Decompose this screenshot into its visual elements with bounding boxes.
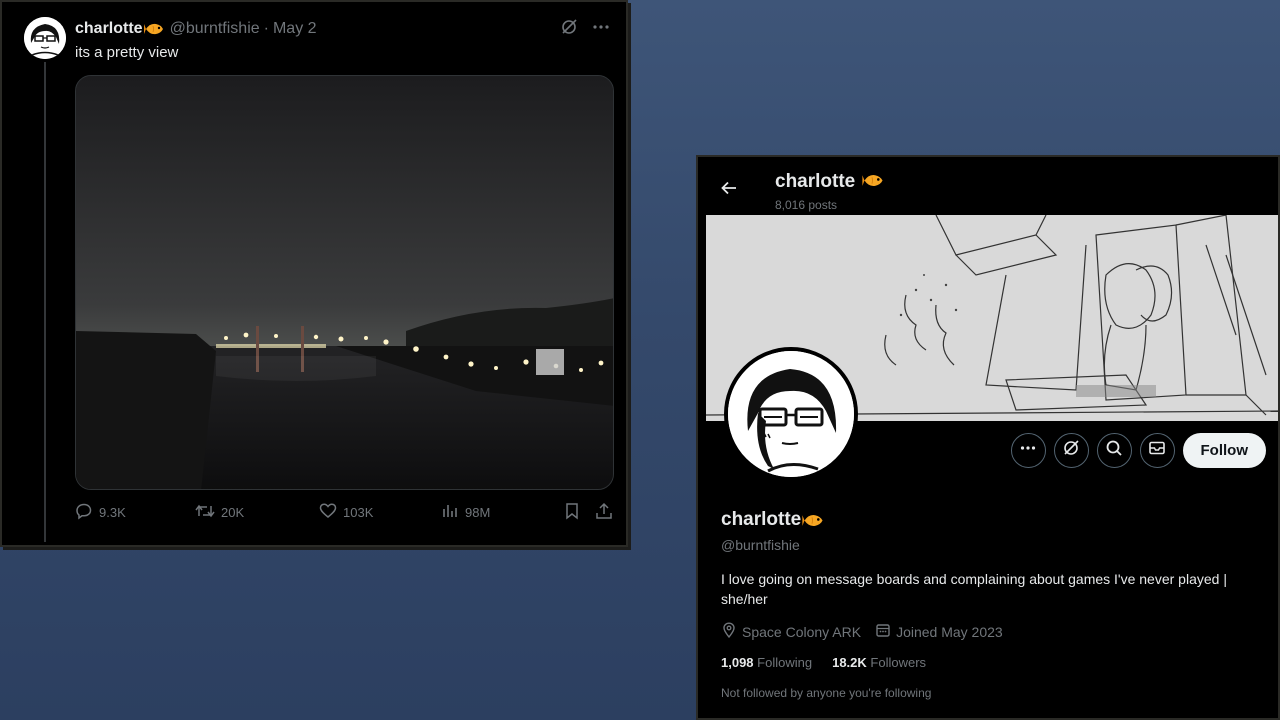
search-button[interactable] (1096, 433, 1132, 468)
back-arrow-icon[interactable] (720, 179, 738, 202)
bookmark-icon (563, 502, 581, 523)
topbar-title: charlotte (775, 171, 883, 193)
tweet-text: its a pretty view (75, 44, 179, 61)
followed-by-note: Not followed by anyone you're following (721, 686, 932, 700)
following-link[interactable]: 1,098 Following (721, 655, 812, 670)
tweet-author-avatar[interactable] (24, 17, 66, 59)
profile-name: charlotte (721, 509, 802, 530)
tweet-author-handle[interactable]: @burntfishie (170, 20, 260, 38)
followers-count: 18.2K (832, 655, 867, 670)
location-pin-icon (721, 622, 737, 641)
fish-emoji-icon (802, 512, 823, 528)
followers-link[interactable]: 18.2K Followers (832, 655, 926, 670)
repost-icon (195, 502, 215, 523)
tweet-top-icons (560, 18, 610, 41)
grok-icon (1062, 439, 1080, 462)
profile-meta: Space Colony ARK Joined May 2023 (721, 622, 1003, 641)
tweet-author-name[interactable]: charlotte (75, 20, 143, 38)
bookmark-button[interactable] (563, 502, 581, 523)
profile-topbar: charlotte 8,016 posts (698, 157, 1278, 215)
reply-icon (75, 502, 93, 523)
like-button[interactable]: 103K (319, 502, 373, 523)
tweet-date[interactable]: May 2 (273, 20, 317, 38)
more-icon[interactable] (592, 18, 610, 41)
profile-action-buttons: Follow (1010, 433, 1266, 468)
tweet-photo[interactable] (75, 75, 614, 490)
fish-emoji-icon (143, 21, 164, 37)
share-button[interactable] (595, 502, 613, 523)
thread-line (44, 62, 46, 542)
topbar-name: charlotte (775, 171, 856, 192)
views-button[interactable]: 98M (441, 502, 490, 523)
fish-emoji-icon (861, 172, 883, 188)
grok-button[interactable] (1053, 433, 1089, 468)
post-count: 8,016 posts (775, 198, 838, 212)
followers-label: Followers (870, 655, 927, 670)
profile-joined: Joined May 2023 (875, 622, 1003, 641)
reply-count: 9.3K (99, 505, 126, 520)
envelope-icon (1148, 439, 1166, 462)
reply-button[interactable]: 9.3K (75, 502, 126, 523)
grok-icon[interactable] (560, 18, 578, 41)
tweet-dot-separator: · (263, 20, 269, 37)
follow-button[interactable]: Follow (1182, 433, 1266, 468)
repost-count: 20K (221, 505, 245, 520)
profile-location: Space Colony ARK (721, 622, 861, 641)
like-count: 103K (343, 505, 374, 520)
more-options-button[interactable] (1010, 433, 1046, 468)
profile-handle: @burntfishie (721, 537, 800, 553)
following-label: Following (757, 655, 813, 670)
repost-button[interactable]: 20K (195, 502, 244, 523)
like-icon (319, 502, 337, 523)
views-count: 98M (465, 505, 491, 520)
views-icon (441, 502, 459, 523)
joined-text: Joined May 2023 (896, 623, 1003, 640)
search-icon (1105, 439, 1123, 462)
tweet-header: charlotte @burntfishie · May 2 (75, 20, 317, 38)
message-button[interactable] (1139, 433, 1175, 468)
profile-stats: 1,098 Following 18.2K Followers (721, 655, 926, 670)
tweet-card: charlotte @burntfishie · May 2 its a pre… (0, 0, 628, 547)
profile-card: charlotte 8,016 posts Follow charlotte @… (696, 155, 1280, 720)
following-count: 1,098 (721, 655, 754, 670)
more-icon (1019, 439, 1037, 462)
profile-bio: I love going on message boards and compl… (721, 571, 1227, 607)
profile-name-row: charlotte (721, 509, 823, 531)
share-icon (595, 502, 613, 523)
calendar-icon (875, 622, 891, 641)
profile-avatar[interactable] (724, 347, 858, 481)
tweet-action-bar: 9.3K 20K 103K 98M (75, 502, 615, 526)
location-text: Space Colony ARK (742, 623, 862, 640)
